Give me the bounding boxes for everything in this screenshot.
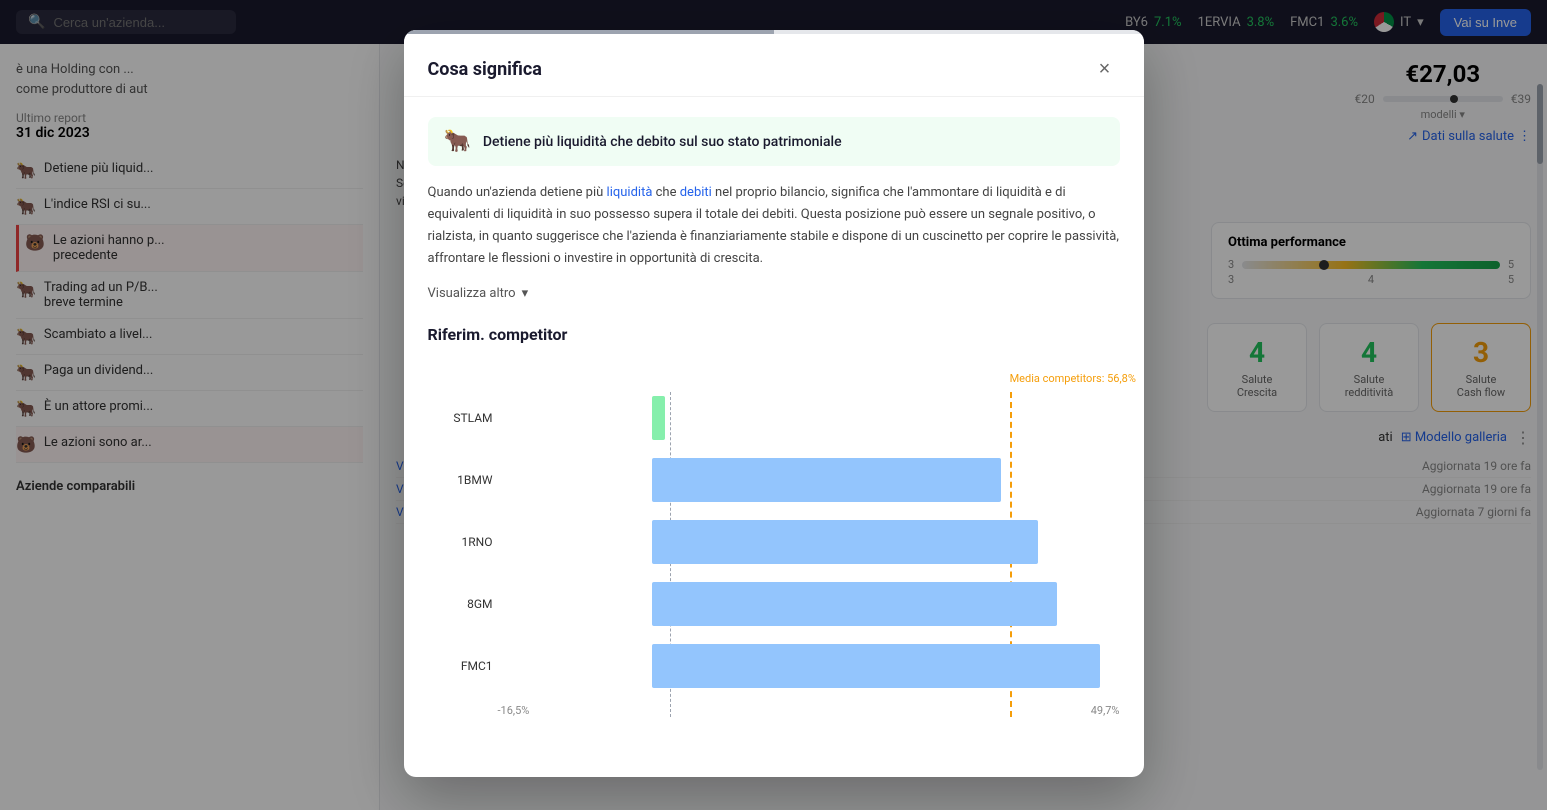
bar-fmc1	[652, 644, 1100, 688]
bar-row-stlam: STLAM	[498, 394, 1120, 442]
link-debiti[interactable]: debiti	[680, 185, 712, 200]
avg-line-label: Media competitors: 56,8%	[1010, 372, 1136, 385]
bull-highlight-icon: 🐂	[444, 129, 471, 154]
modal-header: Cosa significa ×	[404, 34, 1144, 97]
bar-label-stlam: STLAM	[428, 411, 493, 425]
x-axis-labels: -16,5% 49,7%	[498, 704, 1120, 717]
bar-row-fmc1: FMC1	[498, 642, 1120, 690]
scroll-indicator-top	[404, 30, 1144, 34]
bar-wrapper-8gm	[498, 582, 1120, 626]
bar-wrapper-stlam	[498, 396, 1120, 440]
modal-title: Cosa significa	[428, 59, 542, 80]
bar-row-1bmw: 1BMW	[498, 456, 1120, 504]
highlight-text: Detiene più liquidità che debito sul suo…	[483, 134, 842, 150]
bar-row-1rno: 1RNO	[498, 518, 1120, 566]
modal-overlay[interactable]: Cosa significa × 🐂 Detiene più liquidità…	[0, 0, 1547, 810]
bar-label-8gm: 8GM	[428, 597, 493, 611]
x-min-label: -16,5%	[498, 704, 530, 717]
modal-body: 🐂 Detiene più liquidità che debito sul s…	[404, 97, 1144, 777]
x-max-label: 49,7%	[1091, 704, 1120, 717]
chevron-down-icon: ▾	[522, 286, 529, 301]
visualizza-altro-label: Visualizza altro	[428, 286, 516, 301]
modal-close-button[interactable]: ×	[1090, 54, 1120, 84]
scroll-progress	[404, 30, 774, 34]
bar-label-fmc1: FMC1	[428, 659, 493, 673]
competitor-section: Riferim. competitor Media competitors: 5…	[428, 325, 1120, 757]
bar-wrapper-fmc1	[498, 644, 1120, 688]
chart-area: Media competitors: 56,8% STLAM	[428, 364, 1120, 757]
bar-label-1bmw: 1BMW	[428, 473, 493, 487]
bar-wrapper-1bmw	[498, 458, 1120, 502]
bar-label-1rno: 1RNO	[428, 535, 493, 549]
highlight-box: 🐂 Detiene più liquidità che debito sul s…	[428, 117, 1120, 166]
bar-stlam	[652, 396, 664, 440]
modal-dialog: Cosa significa × 🐂 Detiene più liquidità…	[404, 30, 1144, 777]
visualizza-altro-button[interactable]: Visualizza altro ▾	[428, 286, 1120, 301]
bar-row-8gm: 8GM	[498, 580, 1120, 628]
bar-1rno	[652, 520, 1038, 564]
bar-1bmw	[652, 458, 1000, 502]
bar-8gm	[652, 582, 1056, 626]
modal-description: Quando un'azienda detiene più liquidità …	[428, 182, 1120, 270]
link-liquidita[interactable]: liquidità	[607, 185, 653, 200]
bar-wrapper-1rno	[498, 520, 1120, 564]
competitor-title: Riferim. competitor	[428, 325, 1120, 344]
